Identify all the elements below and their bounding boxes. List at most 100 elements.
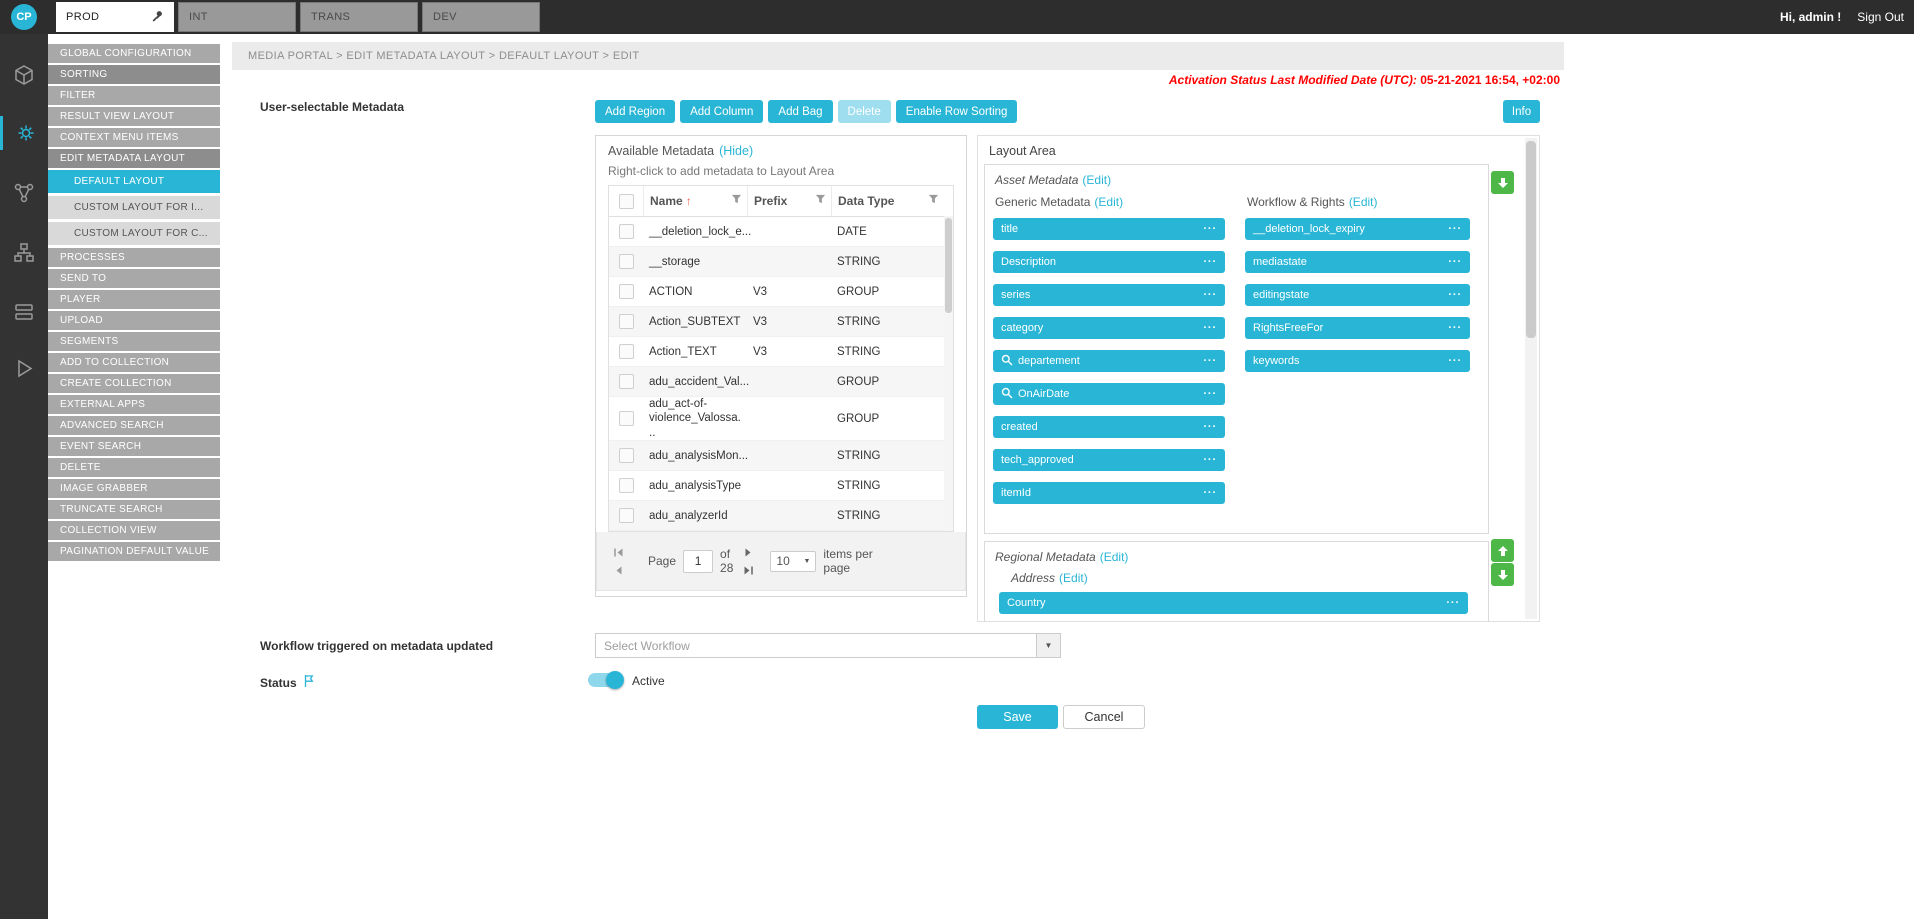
row-checkbox[interactable] bbox=[619, 411, 634, 426]
table-scrollbar-thumb[interactable] bbox=[945, 218, 952, 313]
breadcrumb[interactable]: MEDIA PORTAL > EDIT METADATA LAYOUT > DE… bbox=[232, 42, 1564, 70]
metadata-chip[interactable]: __deletion_lock_expiry ... bbox=[1245, 218, 1470, 240]
sidebar-item-global-configuration[interactable]: GLOBAL CONFIGURATION bbox=[48, 44, 220, 63]
chip-menu-icon[interactable]: ... bbox=[1448, 286, 1462, 298]
sidebar-item-result-view-layout[interactable]: RESULT VIEW LAYOUT bbox=[48, 107, 220, 126]
sidebar-item-external-apps[interactable]: EXTERNAL APPS bbox=[48, 395, 220, 414]
info-button[interactable]: Info bbox=[1503, 100, 1540, 123]
delete-button[interactable]: Delete bbox=[838, 100, 891, 123]
metadata-chip[interactable]: keywords ... bbox=[1245, 350, 1470, 372]
filter-icon-data-type[interactable] bbox=[928, 194, 939, 208]
table-row[interactable]: adu_analyzerId STRING bbox=[609, 501, 944, 531]
select-all-checkbox[interactable] bbox=[619, 194, 634, 209]
sidebar-item-filter[interactable]: FILTER bbox=[48, 86, 220, 105]
filter-icon-prefix[interactable] bbox=[815, 194, 826, 208]
metadata-chip[interactable]: OnAirDate ... bbox=[993, 383, 1225, 405]
table-row[interactable]: __storage STRING bbox=[609, 247, 944, 277]
workflow-select[interactable]: Select Workflow ▼ bbox=[595, 633, 1061, 658]
sidebar-item-add-to-collection[interactable]: ADD TO COLLECTION bbox=[48, 353, 220, 372]
add-bag-button[interactable]: Add Bag bbox=[768, 100, 832, 123]
page-size-select[interactable]: 10 ▼ bbox=[770, 551, 816, 572]
save-button[interactable]: Save bbox=[977, 705, 1058, 729]
status-toggle[interactable] bbox=[588, 673, 622, 687]
row-checkbox[interactable] bbox=[619, 314, 634, 329]
metadata-chip[interactable]: category ... bbox=[993, 317, 1225, 339]
chip-menu-icon[interactable]: ... bbox=[1203, 418, 1217, 430]
sidebar-item-custom-layout-c[interactable]: CUSTOM LAYOUT FOR C... bbox=[48, 222, 220, 245]
enable-row-sorting-button[interactable]: Enable Row Sorting bbox=[896, 100, 1018, 123]
sidebar-item-truncate-search[interactable]: TRUNCATE SEARCH bbox=[48, 500, 220, 519]
sidebar-item-delete[interactable]: DELETE bbox=[48, 458, 220, 477]
table-row[interactable]: adu_accident_Val... GROUP bbox=[609, 367, 944, 397]
chevron-down-icon[interactable]: ▼ bbox=[1036, 634, 1060, 657]
address-edit-link[interactable]: (Edit) bbox=[1059, 571, 1088, 585]
sidebar-item-send-to[interactable]: SEND TO bbox=[48, 269, 220, 288]
add-column-button[interactable]: Add Column bbox=[680, 100, 763, 123]
table-row[interactable]: adu_act-of-violence_Valossa... GROUP bbox=[609, 397, 944, 441]
column-header-prefix[interactable]: Prefix bbox=[747, 186, 831, 216]
metadata-chip[interactable]: itemId ... bbox=[993, 482, 1225, 504]
table-row[interactable]: __deletion_lock_e... DATE bbox=[609, 217, 944, 247]
metadata-chip[interactable]: Country ... bbox=[999, 592, 1468, 614]
move-region-down-button[interactable] bbox=[1491, 563, 1514, 586]
chip-menu-icon[interactable]: ... bbox=[1203, 253, 1217, 265]
row-checkbox[interactable] bbox=[619, 284, 634, 299]
sidebar-item-create-collection[interactable]: CREATE COLLECTION bbox=[48, 374, 220, 393]
player-icon[interactable] bbox=[0, 352, 48, 386]
column-header-data-type[interactable]: Data Type bbox=[831, 186, 944, 216]
sidebar-item-sorting[interactable]: SORTING bbox=[48, 65, 220, 84]
metadata-chip[interactable]: departement ... bbox=[993, 350, 1225, 372]
table-row[interactable]: ACTION V3 GROUP bbox=[609, 277, 944, 307]
move-region-down-button[interactable] bbox=[1491, 171, 1514, 194]
sort-asc-icon[interactable]: ↑ bbox=[686, 194, 692, 208]
tab-prod[interactable]: PROD bbox=[56, 2, 174, 32]
column-header-name[interactable]: Name ↑ bbox=[643, 186, 747, 216]
metadata-chip[interactable]: title ... bbox=[993, 218, 1225, 240]
chip-menu-icon[interactable]: ... bbox=[1203, 484, 1217, 496]
row-checkbox[interactable] bbox=[619, 224, 634, 239]
metadata-chip[interactable]: editingstate ... bbox=[1245, 284, 1470, 306]
chip-menu-icon[interactable]: ... bbox=[1446, 594, 1460, 606]
chip-menu-icon[interactable]: ... bbox=[1203, 220, 1217, 232]
sidebar-item-context-menu-items[interactable]: CONTEXT MENU ITEMS bbox=[48, 128, 220, 147]
sidebar-item-pagination-default-value[interactable]: PAGINATION DEFAULT VALUE bbox=[48, 542, 220, 561]
workflow-icon[interactable] bbox=[0, 176, 48, 210]
layout-area-scrollbar-thumb[interactable] bbox=[1526, 141, 1536, 338]
metadata-chip[interactable]: created ... bbox=[993, 416, 1225, 438]
sidebar-item-edit-metadata-layout[interactable]: EDIT METADATA LAYOUT bbox=[48, 149, 220, 168]
sidebar-item-image-grabber[interactable]: IMAGE GRABBER bbox=[48, 479, 220, 498]
tab-int[interactable]: INT bbox=[178, 2, 296, 32]
chip-menu-icon[interactable]: ... bbox=[1448, 352, 1462, 364]
chip-menu-icon[interactable]: ... bbox=[1448, 253, 1462, 265]
move-region-up-button[interactable] bbox=[1491, 539, 1514, 562]
sidebar-item-segments[interactable]: SEGMENTS bbox=[48, 332, 220, 351]
metadata-chip[interactable]: series ... bbox=[993, 284, 1225, 306]
hierarchy-icon[interactable] bbox=[0, 236, 48, 270]
chip-menu-icon[interactable]: ... bbox=[1448, 220, 1462, 232]
next-page-icon[interactable] bbox=[743, 547, 754, 558]
apps-icon[interactable] bbox=[0, 296, 48, 330]
table-row[interactable]: Action_SUBTEXT V3 STRING bbox=[609, 307, 944, 337]
metadata-chip[interactable]: RightsFreeFor ... bbox=[1245, 317, 1470, 339]
add-region-button[interactable]: Add Region bbox=[595, 100, 675, 123]
metadata-chip[interactable]: tech_approved ... bbox=[993, 449, 1225, 471]
modules-icon[interactable] bbox=[0, 58, 48, 92]
row-checkbox[interactable] bbox=[619, 344, 634, 359]
row-checkbox[interactable] bbox=[619, 448, 634, 463]
configuration-icon[interactable] bbox=[0, 116, 48, 150]
row-checkbox[interactable] bbox=[619, 508, 634, 523]
cancel-button[interactable]: Cancel bbox=[1063, 705, 1145, 729]
chip-menu-icon[interactable]: ... bbox=[1203, 319, 1217, 331]
asset-metadata-edit-link[interactable]: (Edit) bbox=[1082, 173, 1111, 187]
filter-icon-name[interactable] bbox=[731, 194, 742, 208]
generic-metadata-edit-link[interactable]: (Edit) bbox=[1094, 195, 1123, 209]
sidebar-item-advanced-search[interactable]: ADVANCED SEARCH bbox=[48, 416, 220, 435]
sidebar-item-event-search[interactable]: EVENT SEARCH bbox=[48, 437, 220, 456]
sidebar-item-custom-layout-i[interactable]: CUSTOM LAYOUT FOR I... bbox=[48, 196, 220, 219]
layout-area-scrollbar[interactable] bbox=[1525, 138, 1537, 619]
sidebar-item-default-layout[interactable]: DEFAULT LAYOUT bbox=[48, 170, 220, 193]
table-scrollbar[interactable] bbox=[944, 216, 953, 531]
sign-out-link[interactable]: Sign Out bbox=[1857, 10, 1904, 24]
page-number-input[interactable] bbox=[683, 550, 713, 573]
app-logo[interactable]: CP bbox=[11, 4, 37, 30]
